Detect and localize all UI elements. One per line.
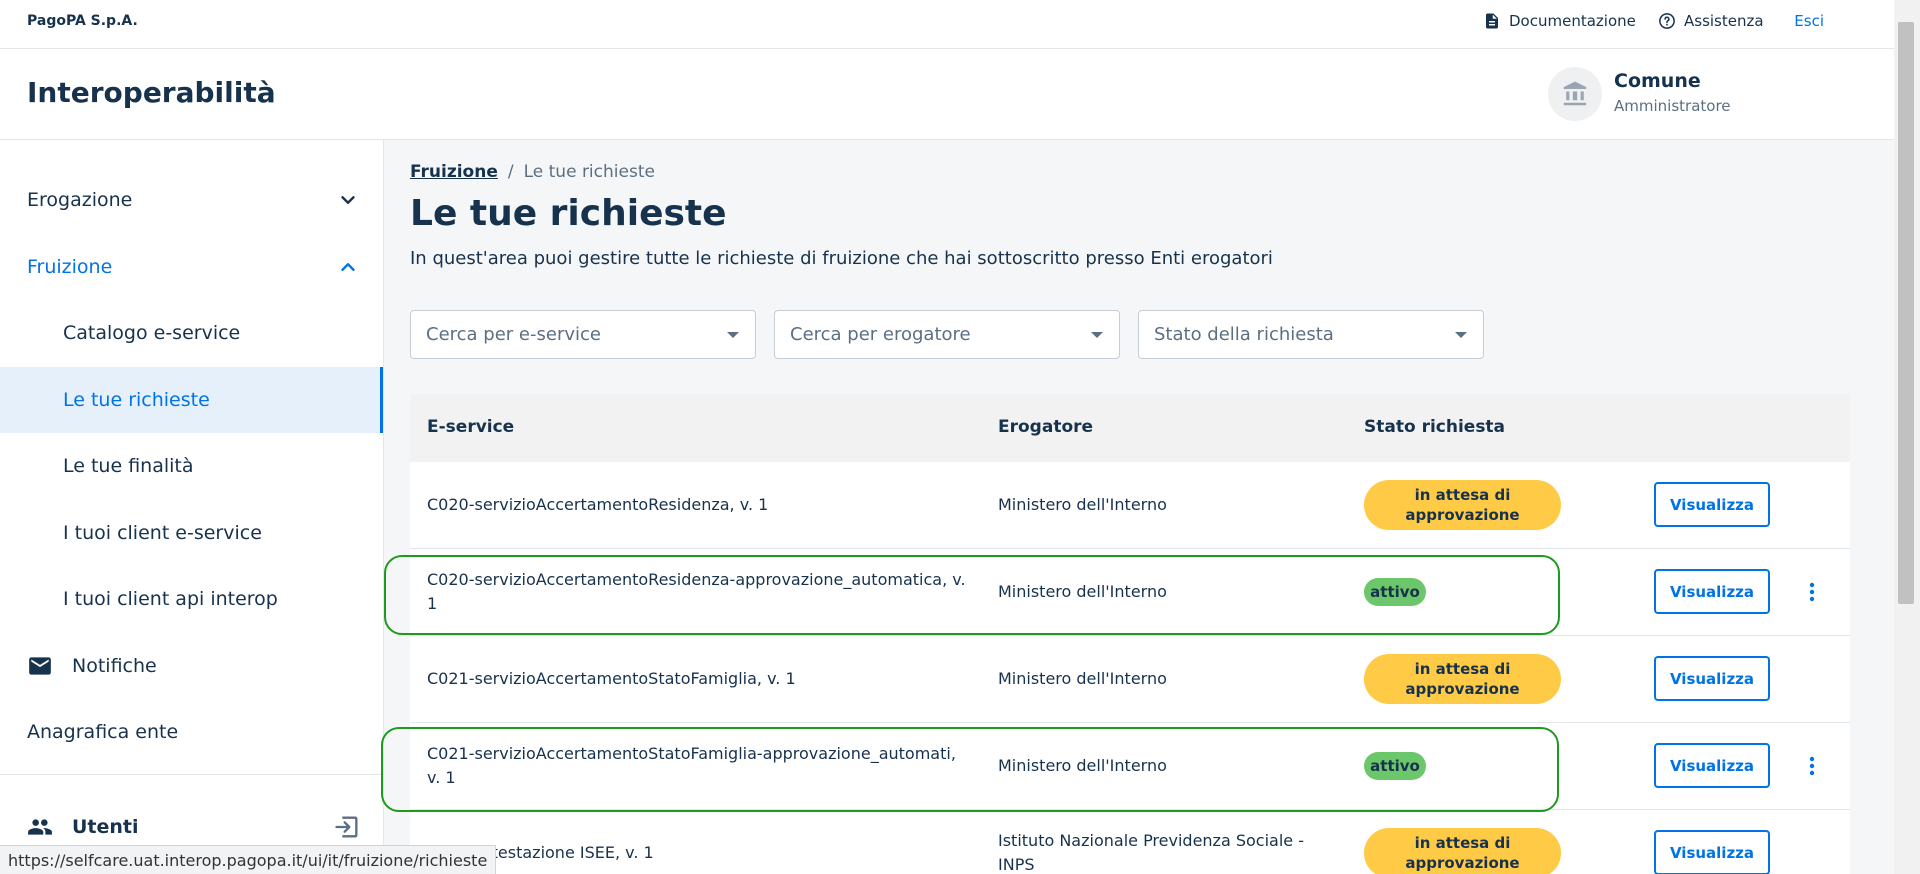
view-button[interactable]: Visualizza [1654, 743, 1770, 788]
eservice-name: C020-servizioAccertamentoResidenza, v. 1 [427, 495, 769, 514]
documentation-label: Documentazione [1509, 12, 1636, 30]
sidebar-item-label: Utenti [72, 816, 139, 838]
dropdown-arrow-icon [1091, 332, 1103, 338]
table-header: E-service Erogatore Stato richiesta [410, 394, 1850, 462]
provider-name: Ministero dell'Interno [998, 669, 1167, 688]
status-badge: attivo [1364, 752, 1426, 780]
status-filter-select[interactable]: Stato della richiesta [1138, 310, 1484, 359]
sidebar-item-label: I tuoi client e-service [63, 522, 262, 544]
help-label: Assistenza [1684, 12, 1764, 30]
institution-icon [1563, 81, 1587, 106]
view-button[interactable]: Visualizza [1654, 482, 1770, 527]
view-button[interactable]: Visualizza [1654, 656, 1770, 701]
provider-name: Ministero dell'Interno [998, 756, 1167, 775]
status-badge: in attesa di approvazione [1364, 828, 1561, 874]
dropdown-arrow-icon [1455, 332, 1467, 338]
table-row: C021-servizioAccertamentoStatoFamiglia-a… [410, 723, 1850, 810]
eservice-name: C021-servizioAccertamentoStatoFamiglia-a… [427, 744, 956, 787]
sidebar-item-label: Erogazione [27, 189, 133, 211]
status-badge: in attesa di approvazione [1364, 480, 1561, 530]
main-content: Fruizione / Le tue richieste Le tue rich… [384, 140, 1894, 874]
breadcrumb-separator: / [507, 162, 514, 182]
column-header-stato: Stato richiesta [1364, 417, 1506, 437]
logout-button[interactable]: Esci [1794, 12, 1824, 30]
breadcrumb-current: Le tue richieste [523, 162, 655, 182]
provider-filter-select[interactable]: Cerca per erogatore [774, 310, 1120, 359]
breadcrumb-parent-link[interactable]: Fruizione [410, 162, 498, 182]
sidebar-item-erogazione[interactable]: Erogazione [0, 167, 383, 233]
link-preview-url: https://selfcare.uat.interop.pagopa.it/u… [0, 845, 497, 874]
party-role: Amministratore [1614, 97, 1731, 115]
sidebar-item-label: Anagrafica ente [27, 721, 179, 743]
table-row: C021-servizioAccertamentoStatoFamiglia, … [410, 636, 1850, 723]
app-title: Interoperabilità [27, 76, 276, 109]
sidebar-item-label: Notifiche [72, 655, 157, 677]
sidebar-item-richieste[interactable]: Le tue richieste [0, 367, 383, 433]
view-button[interactable]: Visualizza [1654, 830, 1770, 874]
sidebar-item-label: Fruizione [27, 256, 113, 278]
filter-placeholder: Cerca per e-service [426, 324, 601, 345]
eservice-name: zione Attestazione ISEE, v. 1 [427, 843, 654, 862]
filter-placeholder: Cerca per erogatore [790, 324, 971, 345]
column-header-eservice: E-service [427, 417, 515, 437]
sidebar-item-anagrafica[interactable]: Anagrafica ente [0, 699, 383, 765]
people-icon [28, 819, 52, 835]
eservice-name: C020-servizioAccertamentoResidenza-appro… [427, 570, 966, 613]
sidebar-item-fruizione[interactable]: Fruizione [0, 234, 383, 300]
sidebar-item-label: Le tue richieste [63, 389, 210, 411]
chevron-down-icon [341, 196, 355, 204]
sidebar-item-finalita[interactable]: Le tue finalità [0, 433, 383, 499]
help-link[interactable]: Assistenza [1658, 12, 1764, 30]
provider-name: Ministero dell'Interno [998, 582, 1167, 601]
sidebar-item-label: I tuoi client api interop [63, 588, 278, 610]
sidebar-item-client-api[interactable]: I tuoi client api interop [0, 566, 383, 632]
provider-name: Ministero dell'Interno [998, 495, 1167, 514]
eservice-filter-select[interactable]: Cerca per e-service [410, 310, 756, 359]
filter-placeholder: Stato della richiesta [1154, 324, 1334, 345]
table-row: zione Attestazione ISEE, v. 1 Istituto N… [410, 810, 1850, 874]
exit-icon[interactable] [333, 813, 361, 841]
scrollbar-thumb[interactable] [1898, 22, 1914, 604]
page-title: Le tue richieste [410, 193, 727, 234]
status-badge: in attesa di approvazione [1364, 654, 1561, 704]
app-header: Interoperabilità Comune Amministratore [0, 49, 1894, 140]
top-bar: PagoPA S.p.A. Documentazione Assistenza … [0, 0, 1894, 49]
view-button[interactable]: Visualizza [1654, 569, 1770, 614]
column-header-erogatore: Erogatore [998, 417, 1094, 437]
chevron-up-icon [341, 263, 355, 271]
table-row: C020-servizioAccertamentoResidenza, v. 1… [410, 462, 1850, 549]
requests-table: E-service Erogatore Stato richiesta C020… [410, 394, 1850, 874]
document-icon [1486, 13, 1498, 29]
sidebar-item-client-eservice[interactable]: I tuoi client e-service [0, 500, 383, 566]
breadcrumb: Fruizione / Le tue richieste [410, 162, 655, 182]
sidebar-item-label: Catalogo e-service [63, 322, 241, 344]
documentation-link[interactable]: Documentazione [1483, 12, 1636, 30]
sidebar-item-catalogo[interactable]: Catalogo e-service [0, 300, 383, 366]
status-badge: attivo [1364, 578, 1426, 606]
sidebar-divider [0, 774, 383, 775]
sidebar-item-notifiche[interactable]: Notifiche [0, 633, 383, 699]
mail-icon [29, 657, 51, 675]
table-row: C020-servizioAccertamentoResidenza-appro… [410, 549, 1850, 636]
party-name: Comune [1614, 70, 1701, 92]
page-subtitle: In quest'area puoi gestire tutte le rich… [410, 248, 1273, 269]
sidebar: Erogazione Fruizione Catalogo e-service … [0, 140, 384, 874]
eservice-name: C021-servizioAccertamentoStatoFamiglia, … [427, 669, 796, 688]
more-vert-icon[interactable] [1800, 580, 1824, 604]
more-vert-icon[interactable] [1800, 754, 1824, 778]
sidebar-item-label: Le tue finalità [63, 455, 194, 477]
brand-name[interactable]: PagoPA S.p.A. [27, 13, 138, 29]
help-circle-icon [1659, 13, 1675, 29]
dropdown-arrow-icon [727, 332, 739, 338]
party-avatar[interactable] [1548, 67, 1602, 121]
provider-name: Istituto Nazionale Previdenza Sociale - … [998, 831, 1304, 874]
